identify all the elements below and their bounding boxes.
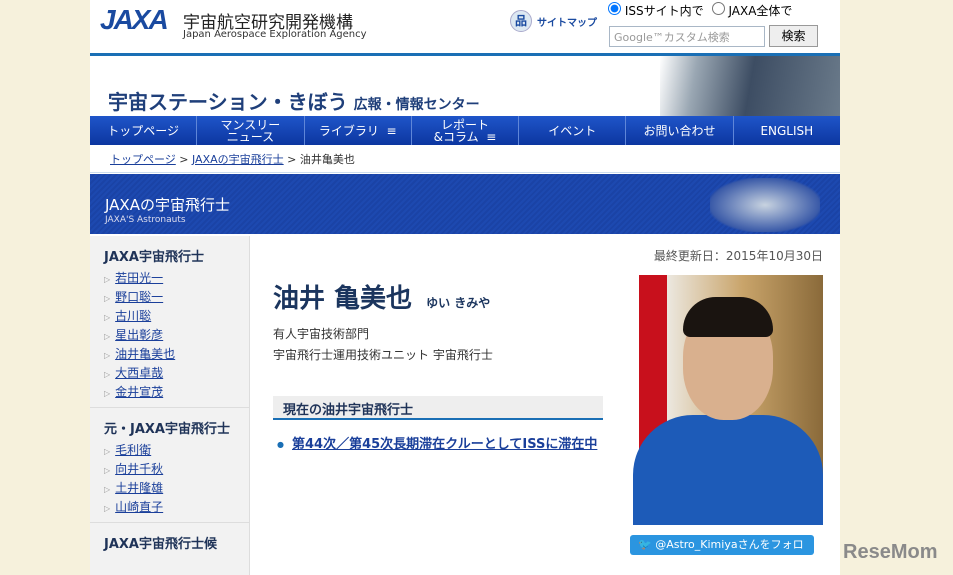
sidebar-item: 野口聡一 <box>104 287 235 306</box>
name-text: 油井 亀美也 <box>273 284 413 314</box>
astronaut-link[interactable]: 大西卓哉 <box>115 366 163 380</box>
dept-line-2: 宇宙飛行士運用技術ユニット 宇宙飛行士 <box>273 348 493 362</box>
resemom-watermark: ReseMom <box>843 541 938 563</box>
sidebar: JAXA宇宙飛行士 若田光一 野口聡一 古川聡 星出彰彦 油井亀美也 大西卓哉 … <box>90 236 250 575</box>
dept-line-1: 有人宇宙技術部門 <box>273 327 370 341</box>
astronaut-photo <box>623 275 823 525</box>
astronaut-link[interactable]: 土井隆雄 <box>115 481 163 495</box>
banner-subtitle: 広報・情報センター <box>353 97 480 113</box>
astronaut-link[interactable]: 向井千秋 <box>115 462 163 476</box>
twitter-icon: 🐦 <box>638 538 656 551</box>
astronaut-link[interactable]: 山崎直子 <box>115 500 163 514</box>
site-banner: 宇宙ステーション・きぼう 広報・情報センター <box>90 56 840 116</box>
breadcrumb-current: 油井亀美也 <box>299 153 355 166</box>
main-nav: トップページ マンスリー ニュース ライブラリ ≡ レポート &コラム ≡ イベ… <box>90 116 840 145</box>
current-heading: 現在の油井宇宙飛行士 <box>273 396 603 420</box>
sidebar-item: 若田光一 <box>104 268 235 287</box>
radio-jaxa[interactable]: JAXA全体で <box>711 2 793 19</box>
last-updated: 最終更新日：2015年10月30日 <box>653 249 823 263</box>
astronaut-link[interactable]: 古川聡 <box>115 309 151 323</box>
nav-english[interactable]: ENGLISH <box>734 116 840 145</box>
radio-iss[interactable]: ISSサイト内で <box>608 2 704 19</box>
radio-iss-label: ISSサイト内で <box>624 4 704 18</box>
sidebar-heading-current: JAXA宇宙飛行士 <box>104 250 204 265</box>
nav-library[interactable]: ライブラリ ≡ <box>305 116 412 145</box>
search-input[interactable]: Google™カスタム検索 <box>609 26 765 47</box>
astronaut-link[interactable]: 毛利衛 <box>115 443 151 457</box>
org-name-en: Japan Aerospace Exploration Agency <box>183 29 367 40</box>
radio-jaxa-label: JAXA全体で <box>728 4 793 18</box>
department: 有人宇宙技術部門宇宙飛行士運用技術ユニット 宇宙飛行士 <box>273 324 493 366</box>
sidebar-item: 向井千秋 <box>104 459 235 478</box>
sidebar-item: 金井宣茂 <box>104 382 235 401</box>
current-mission-link[interactable]: 第44次／第45次長期滞在クルーとしてISSに滞在中 <box>292 437 597 452</box>
page: JAXA 宇宙航空研究開発機構 Japan Aerospace Explorat… <box>90 0 840 575</box>
sidebar-item: 土井隆雄 <box>104 478 235 497</box>
sidebar-heading-candidates: JAXA宇宙飛行士候 <box>104 537 217 552</box>
iss-image <box>660 56 840 116</box>
astronaut-name: 油井 亀美也 ゆい きみや <box>273 278 490 315</box>
astronaut-link[interactable]: 金井宣茂 <box>115 385 163 399</box>
sitemap-label: サイトマップ <box>537 17 597 29</box>
banner-title[interactable]: 宇宙ステーション・きぼう 広報・情報センター <box>108 86 480 115</box>
sidebar-item: 油井亀美也 <box>104 344 235 363</box>
crew-photo <box>710 178 820 232</box>
main-content: 最終更新日：2015年10月30日 油井 亀美也 ゆい きみや 有人宇宙技術部門宇… <box>250 236 840 575</box>
nav-report-column[interactable]: レポート &コラム ≡ <box>412 116 520 145</box>
sitemap-icon: 品 <box>510 10 532 32</box>
section-header: JAXAの宇宙飛行士 JAXA'S Astronauts <box>90 174 840 234</box>
section-title: JAXAの宇宙飛行士 <box>105 196 230 214</box>
section-title-en: JAXA'S Astronauts <box>105 215 186 225</box>
astronaut-link[interactable]: 野口聡一 <box>115 290 163 304</box>
sidebar-item: 毛利衛 <box>104 440 235 459</box>
jaxa-logo[interactable]: JAXA <box>100 4 170 48</box>
astronaut-link[interactable]: 若田光一 <box>115 271 163 285</box>
sidebar-item: 大西卓哉 <box>104 363 235 382</box>
sidebar-heading-former: 元・JAXA宇宙飛行士 <box>104 422 230 437</box>
search-button[interactable]: 検索 <box>769 25 818 47</box>
breadcrumb-section[interactable]: JAXAの宇宙飛行士 <box>192 153 284 166</box>
sidebar-item: 古川聡 <box>104 306 235 325</box>
sidebar-item: 山崎直子 <box>104 497 235 516</box>
astronaut-link[interactable]: 星出彰彦 <box>115 328 163 342</box>
breadcrumb: トップページ > JAXAの宇宙飛行士 > 油井亀美也 <box>90 145 840 173</box>
nav-top[interactable]: トップページ <box>90 116 198 145</box>
astronaut-link[interactable]: 油井亀美也 <box>115 347 175 361</box>
current-item: 第44次／第45次長期滞在クルーとしてISSに滞在中 <box>277 434 610 456</box>
nav-monthly-news[interactable]: マンスリー ニュース <box>197 116 305 145</box>
sitemap-link[interactable]: 品サイトマップ <box>510 10 597 32</box>
nav-event[interactable]: イベント <box>519 116 627 145</box>
nav-contact[interactable]: お問い合わせ <box>626 116 734 145</box>
name-reading: ゆい きみや <box>426 296 491 310</box>
header: JAXA 宇宙航空研究開発機構 Japan Aerospace Explorat… <box>90 0 840 56</box>
sidebar-item: 星出彰彦 <box>104 325 235 344</box>
breadcrumb-home[interactable]: トップページ <box>110 153 176 166</box>
banner-title-text: 宇宙ステーション・きぼう <box>108 90 348 114</box>
twitter-follow-button[interactable]: 🐦 @Astro_Kimiyaさんをフォロー <box>630 535 814 571</box>
twitter-label: @Astro_Kimiyaさんをフォロー <box>638 538 804 571</box>
